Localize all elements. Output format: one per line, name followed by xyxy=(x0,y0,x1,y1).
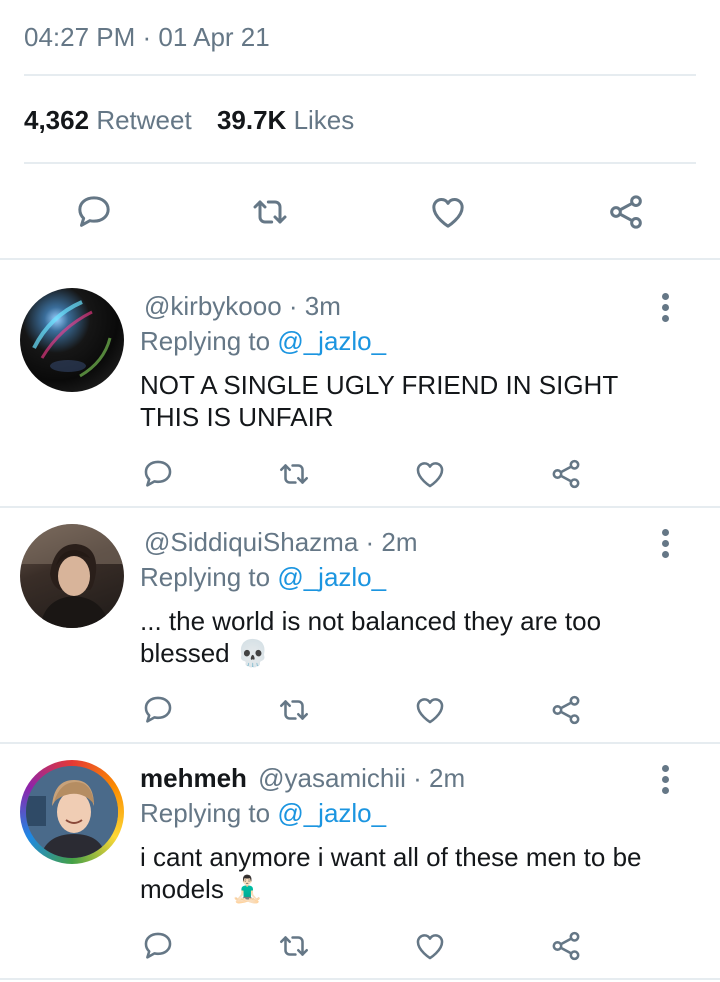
retweet-label: Retweet xyxy=(96,105,192,135)
user-handle[interactable]: @SiddiquiShazma xyxy=(144,527,358,557)
reply-icon xyxy=(78,196,110,227)
share-icon xyxy=(610,195,642,229)
heart-icon xyxy=(416,934,444,960)
share-icon xyxy=(552,459,580,489)
reply-text: NOT A SINGLE UGLY FRIEND IN SIGHT THIS I… xyxy=(140,369,660,433)
reply-time: · 2m xyxy=(365,527,418,557)
retweet-icon xyxy=(279,700,309,720)
share-button[interactable] xyxy=(546,926,586,966)
reply-time: · 2m xyxy=(413,763,466,793)
tweet-timestamp: 04:27 PM · 01 Apr 21 xyxy=(24,22,270,52)
divider xyxy=(0,742,720,744)
tweet-share-button[interactable] xyxy=(602,188,650,236)
reply-emoji: 💀 xyxy=(236,638,270,668)
reply-meta: @kirbykooo · 3m xyxy=(140,290,341,322)
avatar-photo xyxy=(26,766,118,858)
likes-count: 39.7K xyxy=(216,105,287,135)
like-button[interactable] xyxy=(410,454,450,494)
retweet-button[interactable] xyxy=(274,926,314,966)
avatar[interactable] xyxy=(20,760,124,864)
retweet-count: 4,362 xyxy=(24,105,90,135)
share-icon xyxy=(552,931,580,961)
replying-prefix: Replying to xyxy=(140,562,271,592)
reply-text: i cant anymore i want all of these men t… xyxy=(140,841,660,905)
reply-button[interactable] xyxy=(138,926,178,966)
user-handle[interactable]: @kirbykooo xyxy=(144,291,282,321)
reply-text-content: ... the world is not balanced they are t… xyxy=(140,606,602,668)
avatar[interactable] xyxy=(20,524,124,628)
replying-to-link[interactable]: @_jazlo_ xyxy=(277,326,386,356)
reply-meta: mehmeh @yasamichii · 2m xyxy=(140,762,465,794)
tweet-like-button[interactable] xyxy=(424,188,472,236)
divider xyxy=(0,978,720,980)
likes-label: Likes xyxy=(293,105,355,135)
reply-meta: @SiddiquiShazma · 2m xyxy=(140,526,418,558)
heart-icon xyxy=(416,462,444,488)
reply-text-content: i cant anymore i want all of these men t… xyxy=(140,842,642,904)
share-button[interactable] xyxy=(546,690,586,730)
bubble-image xyxy=(32,300,112,378)
retweet-icon xyxy=(279,936,309,956)
avatar[interactable] xyxy=(20,288,124,392)
reply-emoji: 🧘🏻‍♂️ xyxy=(231,874,264,904)
reply-button[interactable] xyxy=(138,454,178,494)
replying-to: Replying to @_jazlo_ xyxy=(140,325,386,357)
reply-button[interactable] xyxy=(138,690,178,730)
replying-to: Replying to @_jazlo_ xyxy=(140,561,386,593)
divider xyxy=(24,74,696,76)
like-button[interactable] xyxy=(410,926,450,966)
user-handle[interactable]: @yasamichii xyxy=(258,763,406,793)
replying-prefix: Replying to xyxy=(140,326,271,356)
heart-icon xyxy=(416,698,444,724)
tweet-retweet-button[interactable] xyxy=(246,188,294,236)
reply-time: · 3m xyxy=(288,291,341,321)
likes-stat[interactable]: 39.7K Likes xyxy=(217,105,354,135)
reply-icon xyxy=(144,460,172,487)
display-name[interactable]: mehmeh xyxy=(140,763,247,793)
replying-to-link[interactable]: @_jazlo_ xyxy=(277,562,386,592)
retweet-icon xyxy=(253,200,287,224)
divider xyxy=(0,258,720,260)
replying-to: Replying to @_jazlo_ xyxy=(140,797,386,829)
divider xyxy=(0,506,720,508)
tweet-stats: 4,362 Retweet 39.7K Likes xyxy=(24,103,354,137)
person-photo xyxy=(26,766,118,858)
retweet-icon xyxy=(279,464,309,484)
more-options-button[interactable] xyxy=(652,762,680,802)
like-button[interactable] xyxy=(410,690,450,730)
divider xyxy=(24,162,696,164)
heart-icon xyxy=(432,198,464,228)
retweet-button[interactable] xyxy=(274,690,314,730)
person-photo xyxy=(20,524,124,628)
reply-text: ... the world is not balanced they are t… xyxy=(140,605,660,669)
share-icon xyxy=(552,695,580,725)
reply-icon xyxy=(144,696,172,723)
share-button[interactable] xyxy=(546,454,586,494)
retweet-stat[interactable]: 4,362 Retweet xyxy=(24,105,199,135)
reply-icon xyxy=(144,932,172,959)
retweet-button[interactable] xyxy=(274,454,314,494)
more-options-button[interactable] xyxy=(652,290,680,330)
tweet-reply-button[interactable] xyxy=(70,188,118,236)
reply-text-content: NOT A SINGLE UGLY FRIEND IN SIGHT THIS I… xyxy=(140,370,618,432)
replying-to-link[interactable]: @_jazlo_ xyxy=(277,798,386,828)
replying-prefix: Replying to xyxy=(140,798,271,828)
more-options-button[interactable] xyxy=(652,526,680,566)
